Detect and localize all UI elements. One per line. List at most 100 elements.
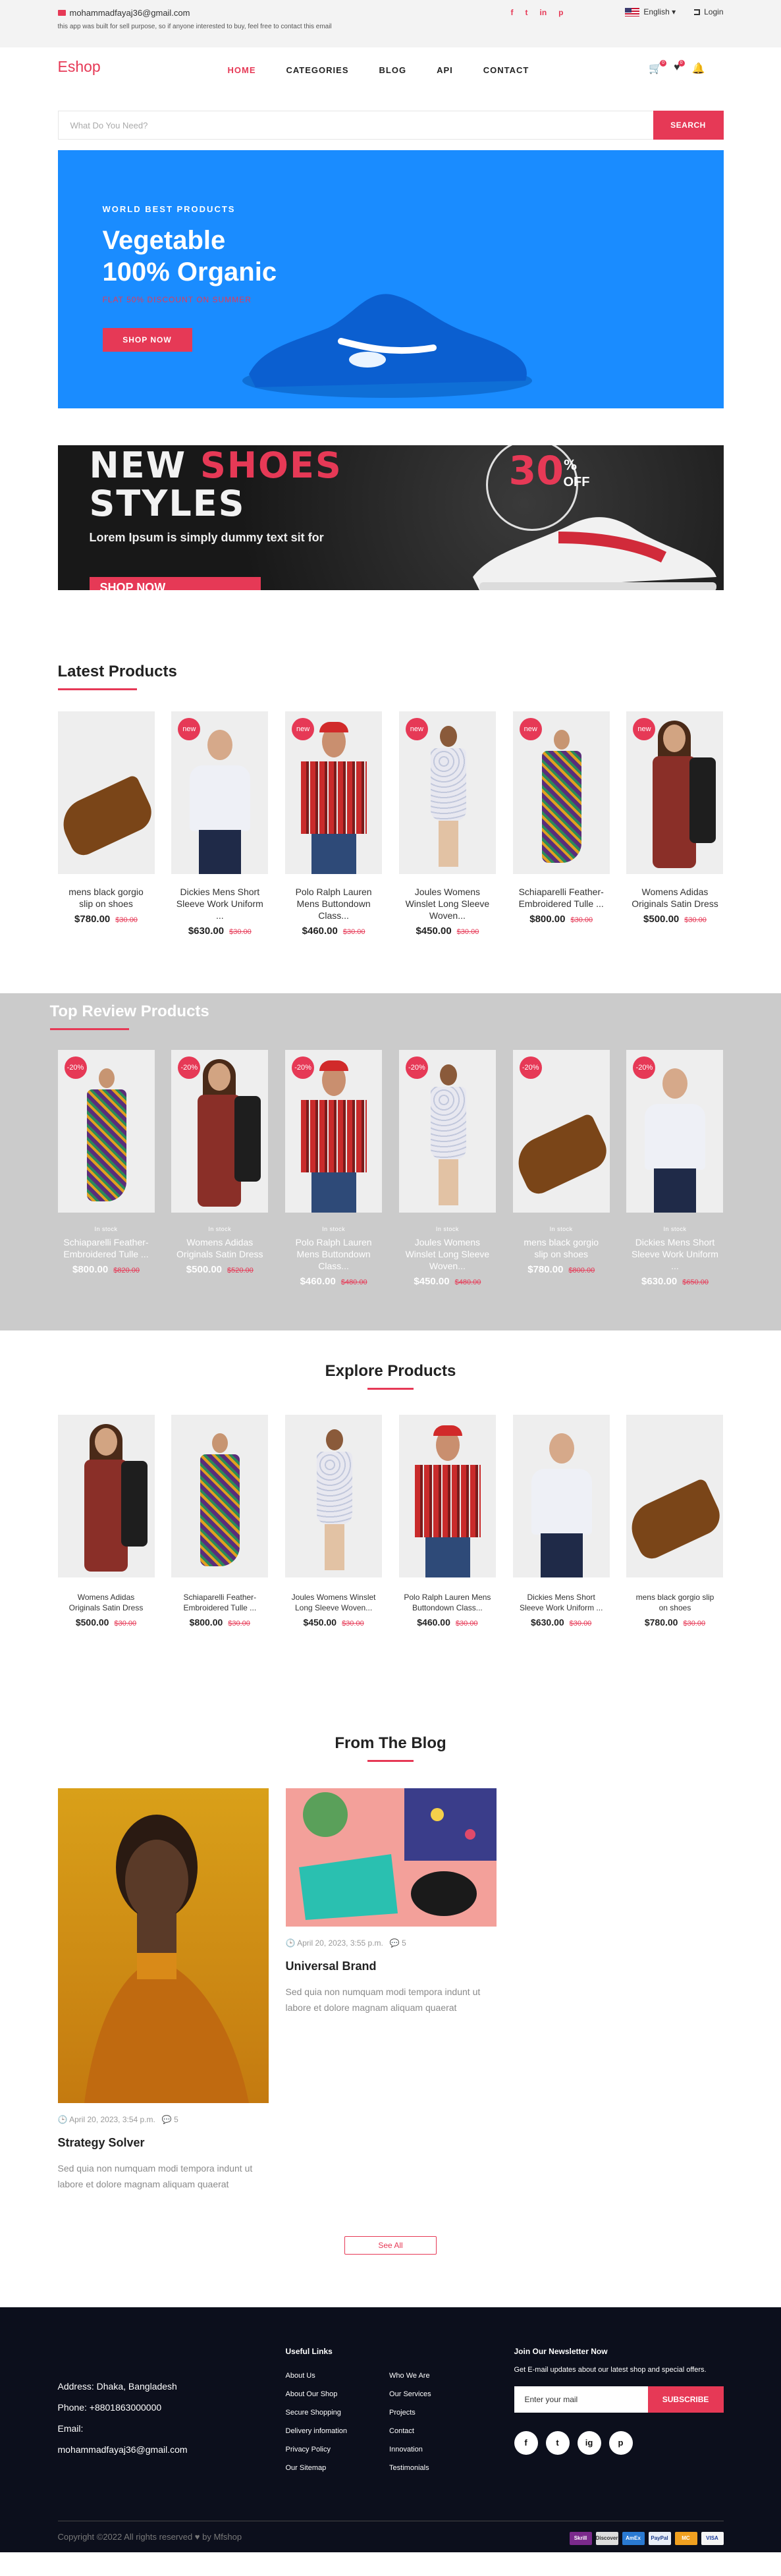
- product-card[interactable]: -20% In stock Schiaparelli Feather-Embroid…: [57, 1050, 155, 1287]
- product-image[interactable]: new: [171, 711, 269, 874]
- product-name[interactable]: Womens Adidas Originals Satin Dress: [171, 1236, 268, 1260]
- blog-post-image[interactable]: [285, 1788, 497, 1927]
- product-name[interactable]: mens black gorgio slip on shoes: [626, 1592, 723, 1613]
- nav-blog[interactable]: BLOG: [379, 65, 407, 75]
- product-image[interactable]: [398, 1415, 496, 1577]
- twitter-icon[interactable]: t: [525, 8, 528, 17]
- blog-post-title[interactable]: Universal Brand: [286, 1959, 497, 1973]
- footer-link[interactable]: Contact: [389, 2422, 431, 2440]
- footer-link[interactable]: Our Sitemap: [286, 2459, 348, 2477]
- product-name[interactable]: Polo Ralph Lauren Mens Buttondown Class.…: [285, 886, 382, 921]
- instagram-icon[interactable]: ig: [577, 2431, 601, 2455]
- product-image[interactable]: [171, 1415, 269, 1577]
- product-card[interactable]: Dickies Mens Short Sleeve Work Uniform .…: [512, 1415, 610, 1628]
- footer-link[interactable]: Who We Are: [389, 2367, 431, 2385]
- product-image[interactable]: -20%: [285, 1050, 383, 1213]
- product-image[interactable]: -20%: [398, 1050, 496, 1213]
- product-card[interactable]: new Joules Womens Winslet Long Sleeve Wov…: [398, 711, 496, 937]
- nav-categories[interactable]: CATEGORIES: [286, 65, 349, 75]
- product-name[interactable]: Schiaparelli Feather-Embroidered Tulle .…: [513, 886, 610, 910]
- product-image[interactable]: [626, 1415, 724, 1577]
- product-card[interactable]: new Dickies Mens Short Sleeve Work Unifor…: [171, 711, 269, 937]
- blog-post-image[interactable]: [57, 1788, 269, 2103]
- blog-post-title[interactable]: Strategy Solver: [58, 2136, 269, 2150]
- product-card[interactable]: -20% In stock Joules Womens Winslet Long S…: [398, 1050, 496, 1287]
- search-button[interactable]: SEARCH: [653, 111, 724, 140]
- product-card[interactable]: -20% In stock mens black gorgio slip on sh…: [512, 1050, 610, 1287]
- product-image[interactable]: -20%: [626, 1050, 724, 1213]
- nav-home[interactable]: HOME: [228, 65, 256, 75]
- footer-link[interactable]: Delivery infomation: [286, 2422, 348, 2440]
- product-name[interactable]: Schiaparelli Feather-Embroidered Tulle .…: [58, 1236, 155, 1260]
- wishlist-icon[interactable]: ♥ 0: [674, 60, 685, 75]
- footer-email[interactable]: mohammadfayaj36@gmail.com: [58, 2439, 188, 2460]
- hero-shop-button[interactable]: SHOP NOW: [102, 328, 192, 352]
- cart-icon[interactable]: 🛒 0: [649, 60, 667, 75]
- contact-email[interactable]: mohammadfayaj36@gmail.com: [57, 8, 332, 18]
- footer-link[interactable]: Testimonials: [389, 2459, 431, 2477]
- product-card[interactable]: Polo Ralph Lauren Mens Buttondown Class.…: [398, 1415, 496, 1628]
- product-name[interactable]: mens black gorgio slip on shoes: [58, 886, 155, 910]
- product-image[interactable]: new: [285, 711, 383, 874]
- pinterest-icon[interactable]: p: [558, 8, 563, 17]
- product-name[interactable]: Dickies Mens Short Sleeve Work Uniform .…: [513, 1592, 610, 1613]
- footer-link[interactable]: Innovation: [389, 2440, 431, 2459]
- product-image[interactable]: new: [512, 711, 610, 874]
- product-card[interactable]: -20% In stock Womens Adidas Originals Sati…: [171, 1050, 269, 1287]
- product-name[interactable]: Joules Womens Winslet Long Sleeve Woven.…: [285, 1592, 382, 1613]
- newsletter-email-input[interactable]: Enter your mail: [514, 2386, 648, 2413]
- product-image[interactable]: [57, 1415, 155, 1577]
- footer-link[interactable]: Our Services: [389, 2385, 431, 2403]
- product-card[interactable]: new Womens Adidas Originals Satin Dress $5…: [626, 711, 724, 937]
- search-input[interactable]: What Do You Need?: [57, 111, 655, 140]
- product-name[interactable]: Joules Womens Winslet Long Sleeve Woven.…: [399, 1236, 496, 1272]
- nav-api[interactable]: API: [437, 65, 453, 75]
- bell-icon[interactable]: 🔔: [692, 62, 705, 75]
- footer-link[interactable]: Secure Shopping: [286, 2403, 348, 2422]
- subscribe-button[interactable]: SUBSCRIBE: [647, 2386, 724, 2413]
- promo-banner[interactable]: NEW SHOES STYLES 30% OFF Lorem Ipsum is s…: [57, 445, 724, 590]
- product-image[interactable]: [57, 711, 155, 874]
- product-card[interactable]: Joules Womens Winslet Long Sleeve Woven.…: [285, 1415, 383, 1628]
- product-image[interactable]: -20%: [171, 1050, 269, 1213]
- nav-contact[interactable]: CONTACT: [483, 65, 529, 75]
- product-name[interactable]: Polo Ralph Lauren Mens Buttondown Class.…: [399, 1592, 496, 1613]
- login-link[interactable]: Login: [694, 7, 724, 16]
- product-name[interactable]: Schiaparelli Feather-Embroidered Tulle .…: [171, 1592, 268, 1613]
- twitter-icon[interactable]: t: [545, 2431, 570, 2455]
- footer-link[interactable]: About Us: [286, 2367, 348, 2385]
- product-card[interactable]: new Schiaparelli Feather-Embroidered Tull…: [512, 711, 610, 937]
- footer-link[interactable]: Projects: [389, 2403, 431, 2422]
- linkedin-icon[interactable]: in: [540, 8, 547, 17]
- product-card[interactable]: Schiaparelli Feather-Embroidered Tulle .…: [171, 1415, 269, 1628]
- blog-post[interactable]: 🕒 April 20, 2023, 3:55 p.m. 💬 5 Universa…: [285, 1788, 497, 2015]
- footer-link[interactable]: About Our Shop: [286, 2385, 348, 2403]
- product-card[interactable]: -20% In stock Polo Ralph Lauren Mens Butto…: [285, 1050, 383, 1287]
- product-card[interactable]: -20% In stock Dickies Mens Short Sleeve Wo…: [626, 1050, 724, 1287]
- product-name[interactable]: Dickies Mens Short Sleeve Work Uniform .…: [171, 886, 268, 921]
- product-name[interactable]: Joules Womens Winslet Long Sleeve Woven.…: [399, 886, 496, 921]
- product-name[interactable]: mens black gorgio slip on shoes: [513, 1236, 610, 1260]
- see-all-button[interactable]: See All: [344, 2236, 437, 2255]
- facebook-icon[interactable]: f: [514, 2431, 538, 2455]
- product-card[interactable]: mens black gorgio slip on shoes $780.00 $3…: [626, 1415, 724, 1628]
- product-image[interactable]: -20%: [512, 1050, 610, 1213]
- site-logo[interactable]: Eshop: [58, 58, 101, 76]
- pinterest-icon[interactable]: p: [608, 2431, 633, 2455]
- product-image[interactable]: new: [626, 711, 724, 874]
- product-image[interactable]: [285, 1415, 383, 1577]
- banner-shop-button[interactable]: SHOP NOW: [89, 577, 261, 590]
- product-name[interactable]: Womens Adidas Originals Satin Dress: [58, 1592, 155, 1613]
- product-image[interactable]: -20%: [57, 1050, 155, 1213]
- language-selector[interactable]: English ▾: [625, 7, 676, 17]
- product-image[interactable]: [512, 1415, 610, 1577]
- footer-link[interactable]: Privacy Policy: [286, 2440, 348, 2459]
- product-card[interactable]: new Polo Ralph Lauren Mens Buttondown Cla…: [285, 711, 383, 937]
- product-name[interactable]: Womens Adidas Originals Satin Dress: [626, 886, 723, 910]
- product-card[interactable]: mens black gorgio slip on shoes $780.00 $3…: [57, 711, 155, 937]
- product-name[interactable]: Dickies Mens Short Sleeve Work Uniform .…: [626, 1236, 723, 1272]
- product-card[interactable]: Womens Adidas Originals Satin Dress $500.…: [57, 1415, 155, 1628]
- facebook-icon[interactable]: f: [511, 8, 514, 17]
- product-name[interactable]: Polo Ralph Lauren Mens Buttondown Class.…: [285, 1236, 382, 1272]
- product-image[interactable]: new: [398, 711, 496, 874]
